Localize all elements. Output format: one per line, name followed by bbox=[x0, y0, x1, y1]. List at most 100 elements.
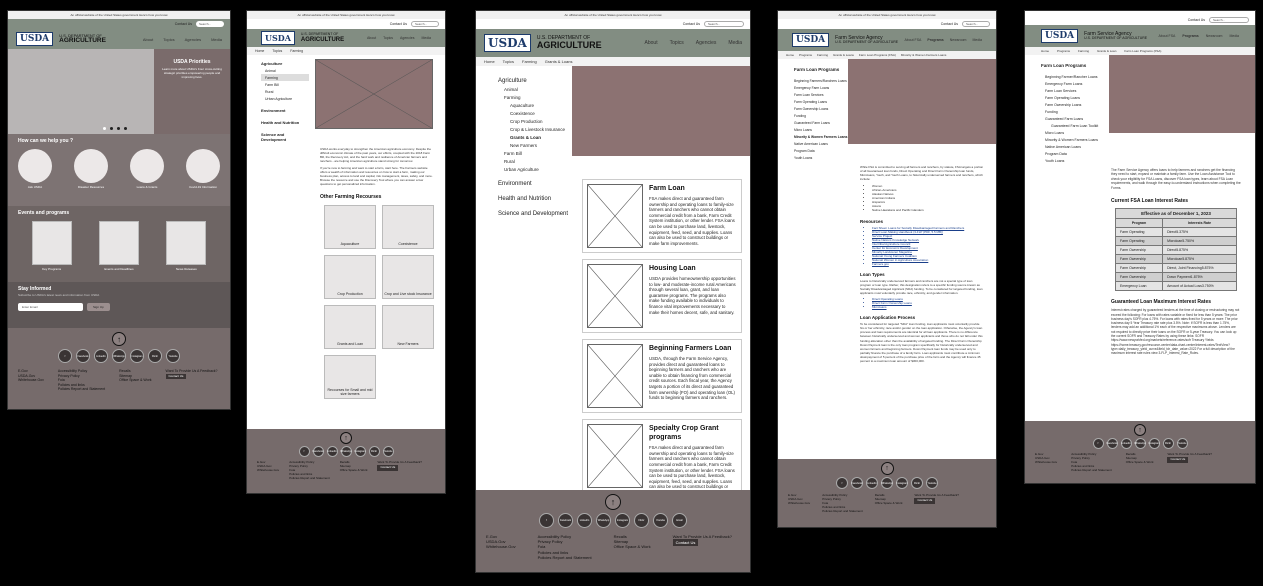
help-circle-loans[interactable] bbox=[130, 149, 164, 183]
instagram-icon[interactable]: Instagram bbox=[1148, 438, 1160, 449]
help-circle-ask[interactable] bbox=[18, 149, 52, 183]
side-item[interactable]: Funding bbox=[794, 112, 848, 119]
side-item[interactable]: Farm Loan Services bbox=[794, 91, 848, 98]
linkedin-icon[interactable]: LinkedIn bbox=[866, 477, 878, 489]
search-input[interactable]: Search... bbox=[196, 21, 224, 27]
nav-programs[interactable]: Programs bbox=[1182, 34, 1198, 38]
signup-button[interactable]: Sign Up bbox=[87, 303, 110, 311]
contact-us-button[interactable]: Contact Us bbox=[165, 373, 187, 380]
side-item-rural[interactable]: Rural bbox=[261, 88, 309, 95]
nav-programs[interactable]: Programs bbox=[927, 38, 943, 42]
resource-tile-crop-production[interactable]: Crop Production bbox=[324, 255, 376, 300]
usda-logo[interactable]: USDA bbox=[1041, 29, 1079, 43]
event-tile-news[interactable] bbox=[166, 221, 207, 265]
side-item-environment[interactable]: Environment bbox=[261, 106, 309, 114]
nav-about[interactable]: About bbox=[143, 37, 153, 42]
crumb[interactable]: Farming bbox=[817, 53, 828, 57]
resource-tile-grants[interactable]: Grants and Loan bbox=[324, 305, 376, 350]
crumb[interactable]: Grants & Loan bbox=[1097, 49, 1116, 53]
resource-tile-aquaculture[interactable]: Aquaculture bbox=[324, 205, 376, 250]
crumb[interactable]: Minority & Women Farmers Loans bbox=[901, 53, 946, 57]
side-item-agriculture[interactable]: Agriculture bbox=[261, 59, 309, 67]
nav-agencies[interactable]: Agencies bbox=[185, 37, 201, 42]
facebook-icon[interactable]: Facebook bbox=[558, 513, 573, 528]
nav-media[interactable]: Media bbox=[421, 36, 431, 40]
contact-us-link[interactable]: Contact Us bbox=[390, 22, 407, 26]
side-item-animal[interactable]: Animal bbox=[498, 85, 572, 93]
instagram-icon[interactable]: Instagram bbox=[354, 446, 366, 457]
side-item-health[interactable]: Health and Nutrition bbox=[261, 118, 309, 126]
loan-type-link[interactable]: Microloans bbox=[872, 305, 984, 309]
footer-link[interactable]: Whitehouse.Gov bbox=[18, 378, 44, 383]
email-input[interactable]: Enter Email bbox=[18, 303, 83, 311]
footer-link[interactable]: Office Space & Work bbox=[1126, 460, 1154, 465]
facebook-icon[interactable]: Facebook bbox=[851, 477, 863, 489]
contact-us-button[interactable]: Contact Us bbox=[914, 497, 936, 504]
search-input[interactable]: Search... bbox=[1209, 17, 1249, 23]
usda-logo[interactable]: USDA bbox=[792, 33, 830, 47]
crumb[interactable]: Home bbox=[786, 53, 794, 57]
resource-link[interactable]: Farmers.gov bbox=[872, 262, 984, 266]
search-input[interactable]: Search... bbox=[704, 21, 744, 27]
footer-link[interactable]: Policies Report and Statement bbox=[58, 387, 105, 392]
nav-media[interactable]: Media bbox=[1229, 34, 1239, 38]
facebook-icon[interactable]: Facebook bbox=[1106, 438, 1118, 449]
nav-agencies[interactable]: Agencies bbox=[696, 40, 717, 46]
side-item[interactable]: Youth Loans bbox=[794, 154, 848, 161]
side-item-aquaculture[interactable]: Aquaculture bbox=[498, 101, 572, 109]
side-item[interactable]: Guaranteed Farm Loan Toolkit bbox=[1041, 122, 1109, 129]
footer-link[interactable]: Office Space & Work bbox=[119, 378, 151, 383]
side-item[interactable]: Guaranteed Farm Loans bbox=[794, 119, 848, 126]
usda-logo[interactable]: USDA bbox=[484, 34, 531, 52]
side-item-animal[interactable]: Animal bbox=[261, 67, 309, 74]
email-icon[interactable]: Email bbox=[672, 513, 687, 528]
crumb[interactable]: Farm Loan Programs (FSA) bbox=[1124, 49, 1161, 53]
footer-link[interactable]: Policies Report and Statement bbox=[289, 476, 330, 481]
contact-us-button[interactable]: Contact Us bbox=[1167, 456, 1189, 463]
flickr-icon[interactable]: Flickr bbox=[148, 349, 162, 363]
side-item[interactable]: Youth Loans bbox=[1041, 157, 1109, 164]
flickr-icon[interactable]: Flickr bbox=[911, 477, 923, 489]
side-item[interactable]: Program Data bbox=[1041, 150, 1109, 157]
loan-card[interactable]: Farm Loan FSA makes direct and guaranteed… bbox=[582, 179, 742, 253]
resource-tile-insurance[interactable]: Crop and Live stock Insurance bbox=[382, 255, 434, 300]
side-item-science[interactable]: Science and Development bbox=[498, 209, 572, 218]
side-item[interactable]: Farm Ownership Loans bbox=[794, 105, 848, 112]
crumb-grants-loans[interactable]: Grants & Loans bbox=[545, 59, 573, 64]
back-to-top-button[interactable]: ↑ bbox=[340, 432, 352, 444]
footer-link[interactable]: Whitehouse.Gov bbox=[486, 544, 516, 549]
nav-media[interactable]: Media bbox=[972, 38, 982, 42]
contact-us-link[interactable]: Contact Us bbox=[175, 22, 192, 26]
linkedin-icon[interactable]: LinkedIn bbox=[326, 446, 338, 457]
side-item[interactable]: Native American Loans bbox=[794, 140, 848, 147]
crumb[interactable]: Home bbox=[1041, 49, 1049, 53]
facebook-icon[interactable]: f bbox=[836, 477, 848, 489]
whatsapp-icon[interactable]: WhatsApp bbox=[340, 446, 352, 457]
side-item[interactable]: Micro Loans bbox=[794, 126, 848, 133]
crumb-home[interactable]: Home bbox=[255, 49, 264, 53]
footer-link[interactable]: Office Space & Work bbox=[614, 544, 651, 549]
side-item-agriculture[interactable]: Agriculture bbox=[498, 76, 572, 85]
side-item[interactable]: Emergency Farm Loans bbox=[794, 84, 848, 91]
back-to-top-button[interactable]: ↑ bbox=[880, 462, 894, 475]
facebook-icon[interactable]: f bbox=[539, 513, 554, 528]
crumb-topics[interactable]: Topics bbox=[272, 49, 282, 53]
back-to-top-button[interactable]: ↑ bbox=[1134, 424, 1146, 436]
contact-us-button[interactable]: Contact Us bbox=[672, 539, 699, 547]
side-item[interactable]: Emergency Farm Loans bbox=[1041, 80, 1109, 87]
crumb[interactable]: Programs bbox=[1057, 49, 1070, 53]
linkedin-icon[interactable]: LinkedIn bbox=[577, 513, 592, 528]
youtube-icon[interactable]: Youtube bbox=[653, 513, 668, 528]
nav-topics[interactable]: Topics bbox=[163, 37, 174, 42]
contact-us-button[interactable]: Contact Us bbox=[377, 464, 399, 471]
footer-link[interactable]: Whitehouse.Gov bbox=[1035, 460, 1057, 465]
youtube-icon[interactable]: Youtube bbox=[166, 349, 180, 363]
side-item[interactable]: Native American Loans bbox=[1041, 143, 1109, 150]
usda-logo[interactable]: USDA bbox=[261, 31, 295, 45]
loan-card[interactable]: Housing Loan USDA provides homeownership … bbox=[582, 259, 742, 333]
side-item[interactable]: Beginning Farmers/Ranchers Loans bbox=[794, 77, 848, 84]
nav-media[interactable]: Media bbox=[728, 40, 742, 46]
side-item-active[interactable]: Minority & Women Farmers Loans bbox=[794, 133, 848, 140]
nav-media[interactable]: Media bbox=[211, 37, 222, 42]
side-item-insurance[interactable]: Crop & Livestock Insurance bbox=[498, 125, 572, 133]
